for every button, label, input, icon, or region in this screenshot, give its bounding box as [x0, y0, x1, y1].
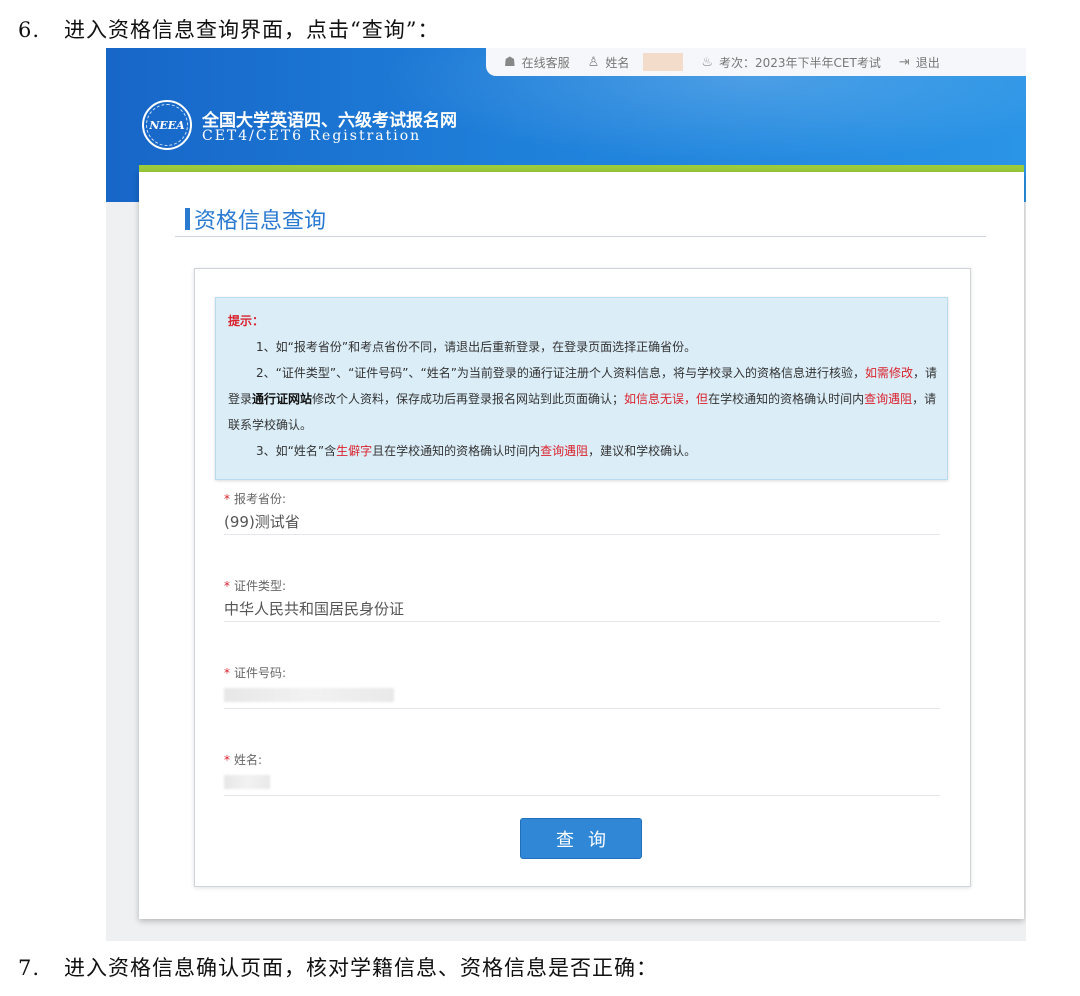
redaction-blur [224, 774, 270, 789]
screenshot-frame: ☗ 在线客服 ♙ 姓名 ♨ 考次：2023年下半年CET考试 ⇥ 退出 NEEA… [106, 48, 1026, 941]
idtype-field: * 证件类型: 中华人民共和国居民身份证 [224, 577, 940, 622]
idnum-value-redacted [224, 685, 940, 705]
notice-item-2-red-3: 查询遇阻 [864, 392, 913, 406]
notice-heading: 提示： [228, 314, 265, 328]
passport-site-link[interactable]: 通行证网站 [252, 392, 312, 406]
notice-item-3-text-a: 3、如“姓名”含 [256, 444, 337, 458]
logout-label: 退出 [915, 55, 940, 70]
redaction-blur [224, 687, 394, 702]
step-number: 6. [18, 18, 41, 42]
notice-item-2-text-c: 修改个人资料，保存成功后再登录报名网站到此页面确认； [312, 392, 625, 406]
instruction-step-7: 7. 进入资格信息确认页面，核对学籍信息、资格信息是否正确： [18, 952, 658, 982]
name-field: * 姓名: [224, 751, 940, 796]
notice-item-3-text-b: 且在学校通知的资格确认时间内 [372, 444, 541, 458]
name-value-redacted [224, 772, 940, 792]
idnum-label: * 证件号码: [224, 664, 940, 681]
notice-item-1-text: 1、如“报考省份”和考点省份不同，请退出后重新登录，在登录页面选择正确省份。 [256, 340, 697, 354]
notice-item-2-red-2: 如信息无误，但 [624, 392, 709, 406]
province-label-text: 报考省份: [234, 492, 287, 506]
step-text: 进入资格信息查询界面，点击“查询”： [64, 18, 440, 42]
required-mark: * [224, 753, 230, 767]
field-underline [224, 621, 940, 622]
content-panel: 资格信息查询 提示： 1、如“报考省份”和考点省份不同，请退出后重新登录，在登录… [139, 172, 1024, 919]
notice-item-2-text-d: 在学校通知的资格确认时间内 [708, 392, 865, 406]
idtype-label: * 证件类型: [224, 577, 940, 594]
neea-logo: NEEA [142, 100, 192, 150]
logout-icon: ⇥ [898, 54, 910, 70]
idnum-field: * 证件号码: [224, 664, 940, 709]
notice-item-2: 2、“证件类型”、“证件号码”、“姓名”为当前登录的通行证注册个人资料信息，将与… [228, 360, 937, 438]
title-divider [175, 236, 986, 237]
top-user-bar: ☗ 在线客服 ♙ 姓名 ♨ 考次：2023年下半年CET考试 ⇥ 退出 [486, 48, 1026, 76]
province-value: (99)测试省 [224, 513, 300, 531]
required-mark: * [224, 492, 230, 506]
exam-session-item: ♨ 考次：2023年下半年CET考试 [701, 54, 881, 71]
logo-text: NEEA [149, 118, 185, 132]
user-name-item: ♙ 姓名 [588, 53, 684, 71]
exam-session-label: 考次：2023年下半年CET考试 [719, 55, 881, 70]
instruction-step-6: 6. 进入资格信息查询界面，点击“查询”： [18, 14, 439, 44]
name-label: * 姓名: [224, 751, 940, 768]
province-label: * 报考省份: [224, 490, 940, 507]
page-title: 资格信息查询 [185, 203, 326, 235]
field-underline [224, 708, 940, 709]
notice-item-3: 3、如“姓名”含生僻字且在学校通知的资格确认时间内查询遇阻，建议和学校确认。 [228, 438, 937, 464]
step-text: 进入资格信息确认页面，核对学籍信息、资格信息是否正确： [64, 956, 658, 980]
name-label-text: 姓名: [234, 753, 263, 767]
query-form: 提示： 1、如“报考省份”和考点省份不同，请退出后重新登录，在登录页面选择正确省… [194, 268, 971, 887]
online-service-link[interactable]: ☗ 在线客服 [504, 54, 570, 71]
notice-item-2-text-a: 2、“证件类型”、“证件号码”、“姓名”为当前登录的通行证注册个人资料信息，将与… [256, 366, 865, 380]
province-field: * 报考省份: (99)测试省 [224, 490, 940, 535]
exam-icon: ♨ [701, 54, 713, 70]
required-mark: * [224, 666, 230, 680]
page-title-text: 资格信息查询 [194, 209, 327, 234]
notice-item-3-red-2: 查询遇阻 [540, 444, 589, 458]
idtype-value: 中华人民共和国居民身份证 [224, 600, 405, 618]
header-accent-bar [139, 165, 1024, 172]
query-button[interactable]: 查询 [520, 818, 642, 859]
user-icon: ♙ [587, 54, 600, 70]
notice-item-3-text-c: ，建议和学校确认。 [588, 444, 697, 458]
notice-box: 提示： 1、如“报考省份”和考点省份不同，请退出后重新登录，在登录页面选择正确省… [215, 297, 948, 480]
user-name-redacted [643, 53, 684, 71]
user-name-label: 姓名 [605, 55, 630, 70]
online-service-label: 在线客服 [521, 55, 570, 70]
site-subtitle: CET4/CET6 Registration [202, 128, 422, 144]
notice-item-1: 1、如“报考省份”和考点省份不同，请退出后重新登录，在登录页面选择正确省份。 [228, 334, 937, 360]
field-underline [224, 534, 940, 535]
step-number: 7. [18, 956, 41, 980]
headset-icon: ☗ [504, 54, 516, 70]
field-underline [224, 795, 940, 796]
notice-item-3-red-1: 生僻字 [336, 444, 373, 458]
logout-link[interactable]: ⇥ 退出 [899, 54, 940, 71]
required-mark: * [224, 579, 230, 593]
title-marker [185, 208, 190, 230]
idtype-label-text: 证件类型: [234, 579, 287, 593]
notice-item-2-red-1: 如需修改 [864, 366, 913, 380]
idnum-label-text: 证件号码: [234, 666, 287, 680]
